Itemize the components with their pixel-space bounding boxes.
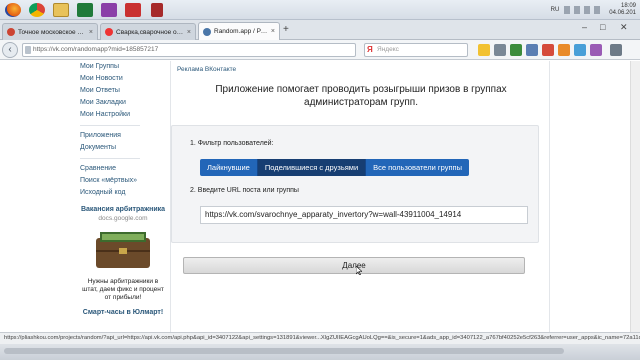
app-content: Реклама ВКонтакте Приложение помогает пр… (170, 61, 550, 332)
windows-taskbar: RU 18:09 04.06.201 (0, 0, 640, 20)
sidebar-item-settings[interactable]: Мои Настройки (80, 109, 166, 121)
sidebar-item-answers[interactable]: Мои Ответы (80, 85, 166, 97)
sidebar-item-compare[interactable]: Сравнение (80, 163, 166, 175)
filter-all-members-button[interactable]: Все пользователи группы (366, 159, 469, 176)
pdf-icon[interactable] (146, 2, 168, 18)
maximize-icon[interactable]: □ (600, 22, 605, 32)
tab-label: Точное московское время (18, 28, 86, 36)
navigation-toolbar: ‹ https://vk.com/randomapp?mid=185857217… (0, 40, 640, 60)
sidebar-item-dead-search[interactable]: Поиск «мёртвых» (80, 175, 166, 187)
address-bar[interactable]: https://vk.com/randomapp?mid=185857217 (22, 43, 356, 57)
close-window-icon[interactable]: ✕ (620, 22, 628, 33)
firefox-icon[interactable] (2, 2, 24, 18)
app-icon[interactable] (122, 2, 144, 18)
sheet-icon[interactable] (74, 2, 96, 18)
site-favicon-icon (105, 28, 113, 36)
sidebar-item-source-code[interactable]: Исходный код (80, 187, 166, 199)
addon-icon[interactable] (558, 44, 570, 56)
clock-time: 18:09 (620, 3, 636, 9)
download-icon[interactable] (510, 44, 522, 56)
sidebar-item-apps[interactable]: Приложения (80, 130, 166, 142)
address-text: https://vk.com/randomapp?mid=185857217 (33, 46, 159, 53)
lock-icon (25, 46, 31, 54)
browser-tab-strip: Точное московское время × Сварка,сварочн… (0, 20, 640, 40)
filter-label: 1. Фильтр пользователей: (190, 140, 274, 147)
filter-button-group: Лайкнувшие Поделившиеся с друзьями Все п… (200, 159, 469, 176)
ad-text: Нужны арбитражники в штат, даем фикс и п… (82, 278, 164, 301)
new-tab-button[interactable]: + (283, 24, 289, 35)
page-viewport: Мои Группы Мои Новости Мои Ответы Мои За… (0, 61, 640, 332)
close-icon[interactable]: × (271, 28, 275, 35)
menu-icon[interactable] (610, 44, 622, 56)
next-button[interactable]: Далее (183, 257, 525, 274)
ad-title[interactable]: Вакансия арбитражника (80, 205, 166, 214)
sidebar-item-documents[interactable]: Документы (80, 142, 166, 154)
home-icon[interactable] (526, 44, 538, 56)
clock-date: 04.06.201 (609, 10, 636, 16)
sidebar-item-groups[interactable]: Мои Группы (80, 61, 166, 73)
notebook-icon[interactable] (98, 2, 120, 18)
ad-source: docs.google.com (98, 215, 148, 222)
url-label: 2. Введите URL поста или группы (190, 187, 299, 194)
chrome-icon[interactable] (26, 2, 48, 18)
sidebar-item-news[interactable]: Мои Новости (80, 73, 166, 85)
minimize-icon[interactable]: – (582, 22, 587, 32)
tab-welding[interactable]: Сварка,сварочное оборудо… × (100, 23, 196, 40)
settings-panel: 1. Фильтр пользователей: Лайкнувшие Поде… (171, 125, 539, 243)
clock[interactable]: 18:09 04.06.201 (609, 3, 636, 17)
system-tray: RU 18:09 04.06.201 (551, 1, 636, 19)
post-url-input[interactable]: https://vk.com/svarochnye_apparaty_inver… (200, 206, 528, 224)
briefcase-image[interactable] (92, 228, 154, 274)
addon-icon[interactable] (574, 44, 586, 56)
language-indicator[interactable]: RU (551, 7, 560, 13)
app-description: Приложение помогает проводить розыгрыши … (215, 84, 507, 108)
search-placeholder: Яндекс (377, 46, 399, 53)
horizontal-scrollbar[interactable] (4, 348, 564, 354)
horizontal-scrollbar-area (0, 344, 640, 360)
vk-sidebar: Мои Группы Мои Новости Мои Ответы Мои За… (80, 61, 166, 332)
ad-title-2[interactable]: Смарт-часы в Юлмарт! (80, 308, 166, 317)
tray-icons (564, 6, 605, 14)
tab-label: Сварка,сварочное оборудо… (116, 28, 184, 36)
status-bar: https://pliashkou.com/projects/random/?a… (0, 332, 640, 344)
addon-icon[interactable] (590, 44, 602, 56)
sidebar-item-bookmarks[interactable]: Мои Закладки (80, 97, 166, 109)
divider (80, 125, 140, 126)
clock-favicon-icon (7, 28, 15, 36)
tab-label: Random.app / Розыгрыш… (214, 28, 268, 35)
close-icon[interactable]: × (89, 29, 93, 36)
addon-icon[interactable] (542, 44, 554, 56)
bookmarks-icon[interactable] (494, 44, 506, 56)
bookmark-star-icon[interactable] (478, 44, 490, 56)
vk-favicon-icon (203, 27, 211, 36)
filter-liked-button[interactable]: Лайкнувшие (200, 159, 258, 176)
folder-icon[interactable] (50, 2, 72, 18)
ads-link[interactable]: Реклама ВКонтакте (177, 66, 236, 73)
tab-random-app[interactable]: Random.app / Розыгрыш… × (198, 22, 280, 40)
vertical-scrollbar[interactable] (630, 61, 640, 332)
mouse-cursor-icon (356, 266, 362, 275)
search-input[interactable]: Я Яндекс (364, 43, 468, 57)
back-button[interactable]: ‹ (2, 42, 18, 58)
divider (80, 158, 140, 159)
filter-shared-button[interactable]: Поделившиеся с друзьями (257, 159, 367, 176)
yandex-icon: Я (367, 45, 373, 54)
close-icon[interactable]: × (187, 29, 191, 36)
tab-moscow-time[interactable]: Точное московское время × (2, 23, 98, 40)
